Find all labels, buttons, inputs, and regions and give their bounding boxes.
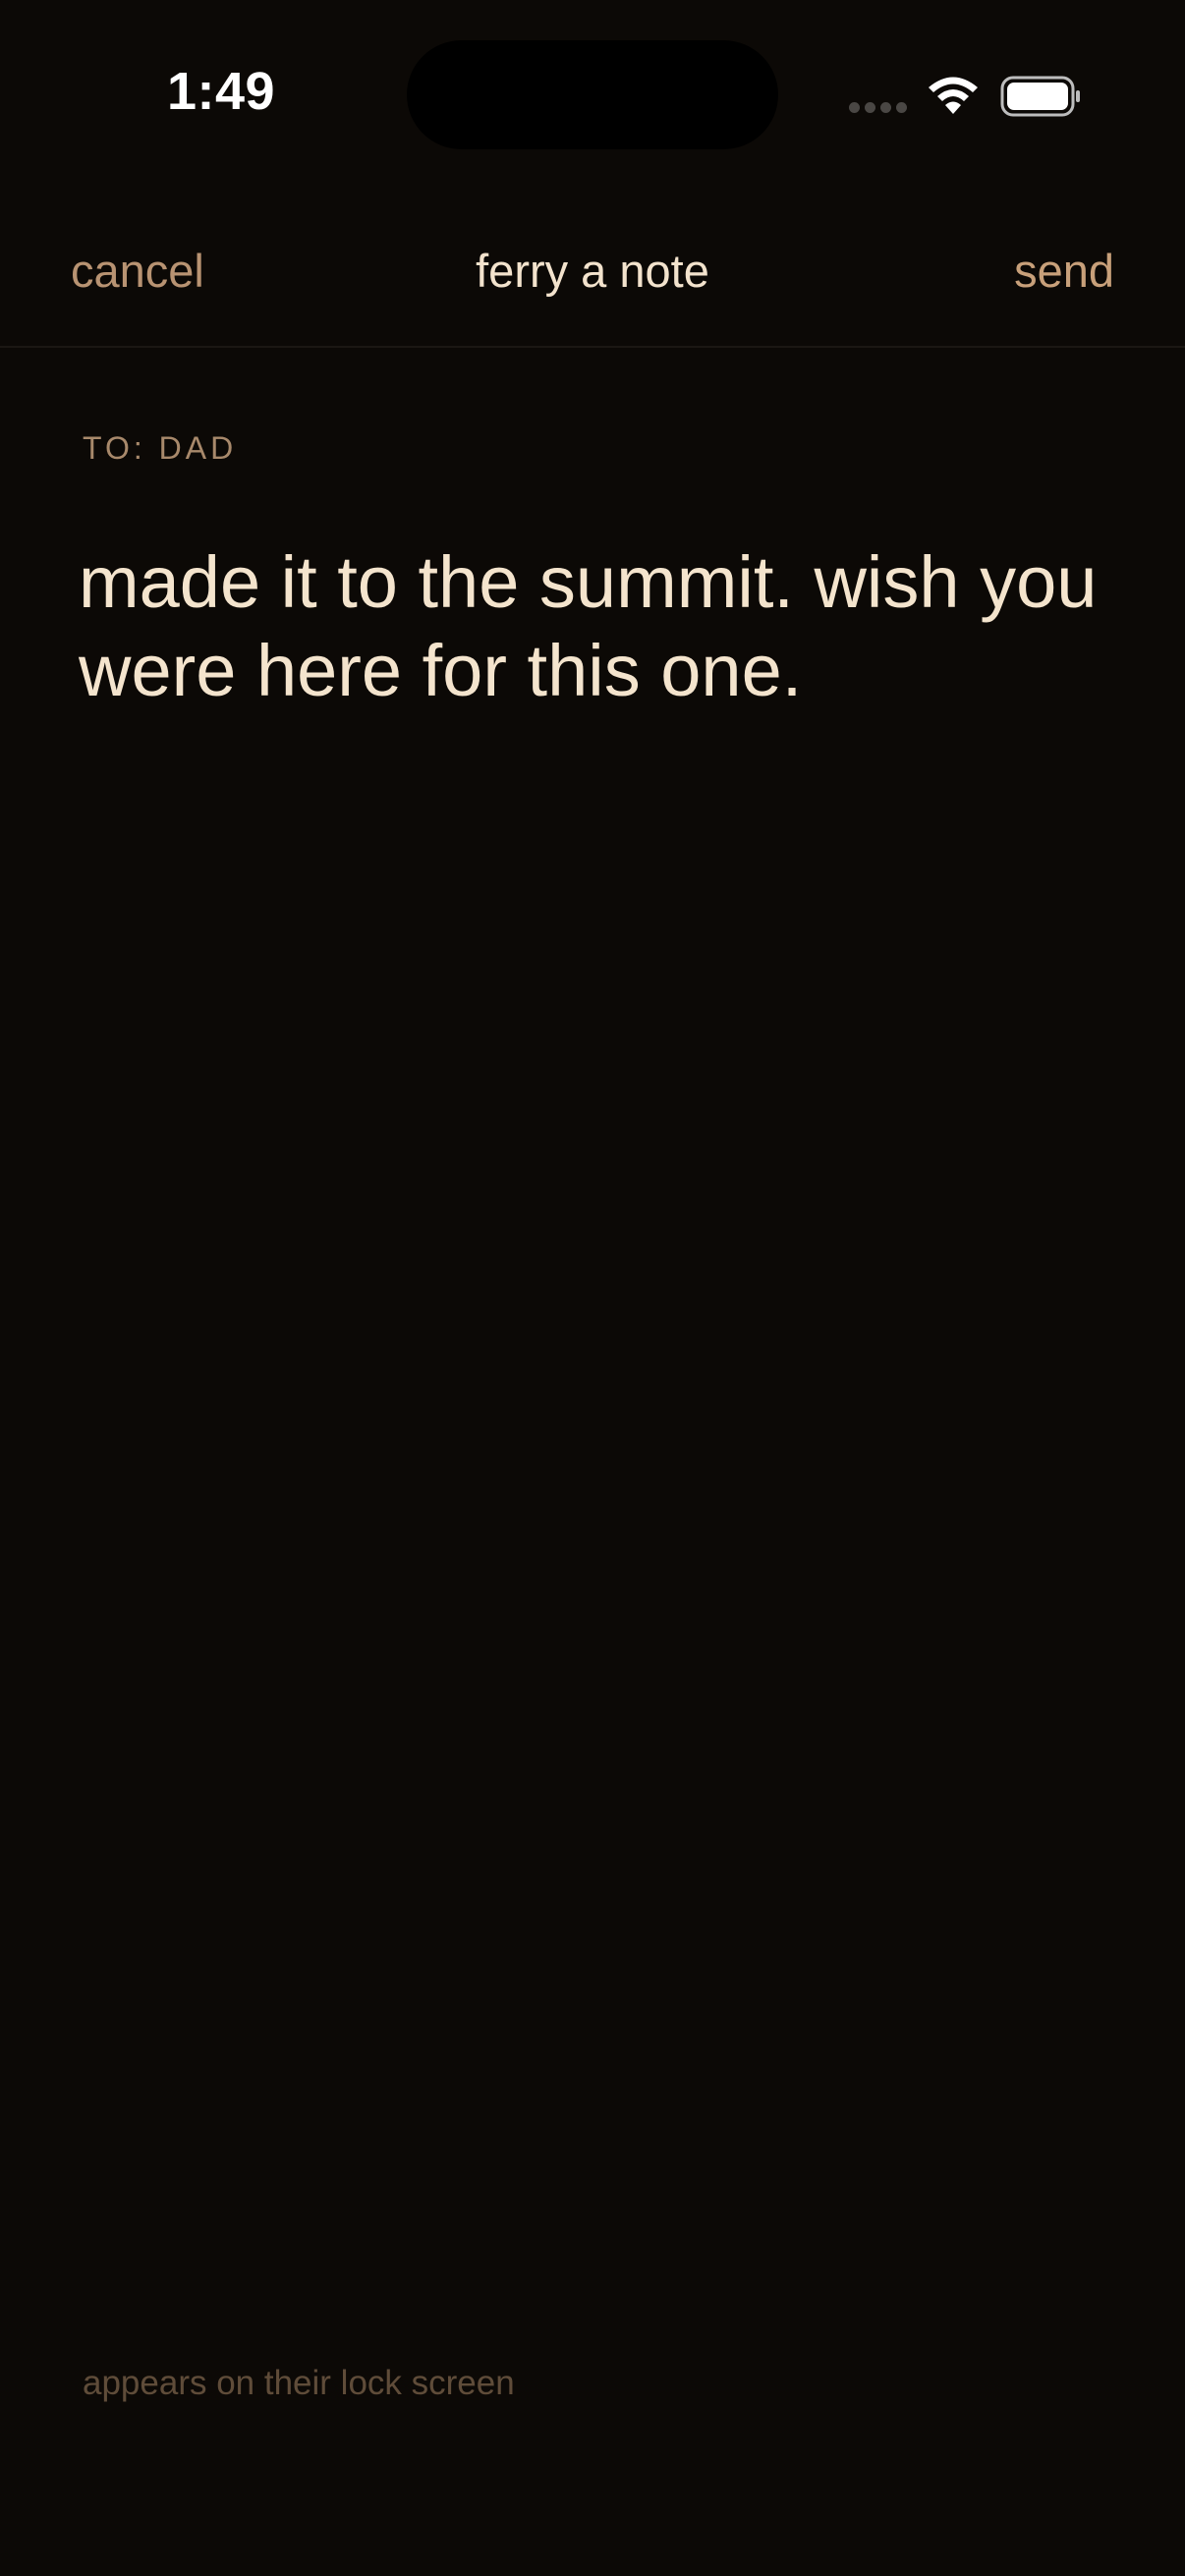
dynamic-island: [407, 40, 778, 149]
send-button[interactable]: send: [1014, 244, 1114, 298]
note-text-input[interactable]: made it to the summit. wish you were her…: [79, 538, 1120, 715]
compose-note-screen: 1:49 cancel ferry a note send TO: DAD ma…: [0, 0, 1185, 2576]
signal-dots-icon: [849, 102, 908, 114]
battery-icon: [1000, 76, 1080, 117]
navigation-bar: cancel ferry a note send: [0, 216, 1185, 348]
lock-screen-hint: appears on their lock screen: [83, 2364, 515, 2402]
status-time: 1:49: [167, 62, 276, 121]
page-title: ferry a note: [476, 245, 709, 297]
wifi-icon: [929, 77, 978, 114]
recipient-label: TO: DAD: [83, 430, 238, 466]
